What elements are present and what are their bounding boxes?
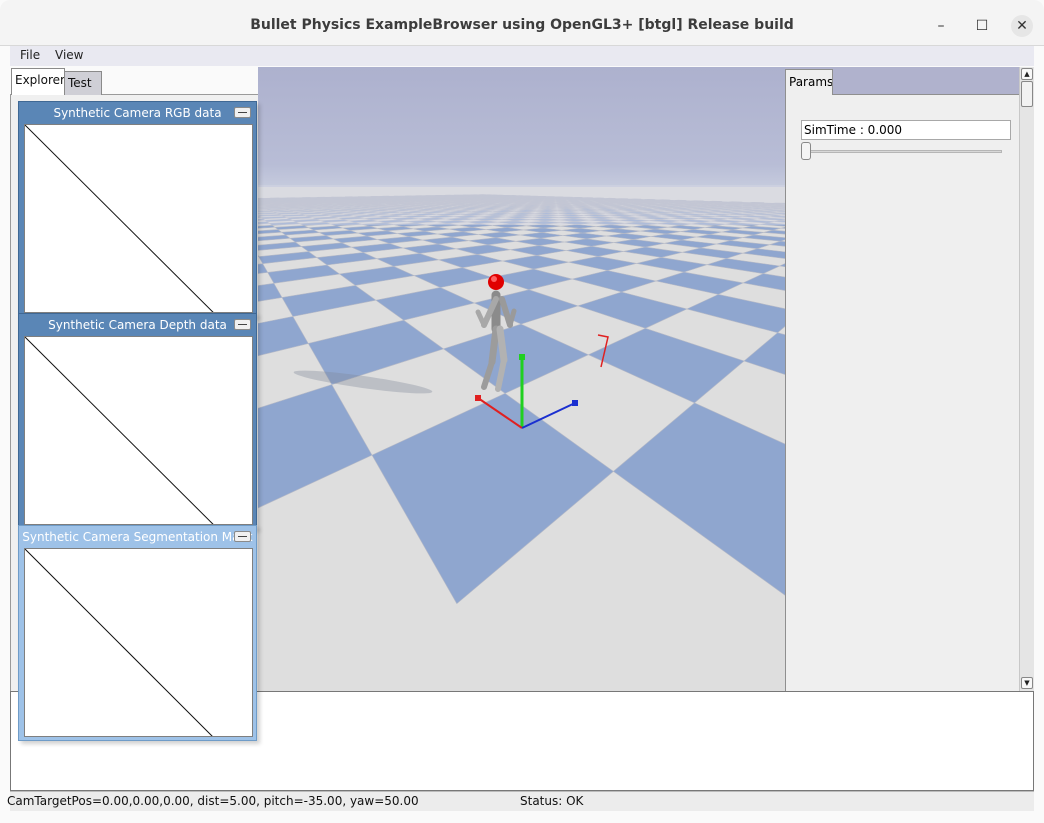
scroll-thumb[interactable]	[1021, 81, 1033, 107]
params-scrollbar[interactable]: ▲ ▼	[1019, 67, 1034, 691]
scene-canvas	[258, 67, 785, 691]
camera-rgb-window[interactable]: Synthetic Camera RGB data	[18, 101, 257, 317]
menu-bar: File View	[10, 46, 1034, 66]
camera-rgb-title: Synthetic Camera RGB data	[53, 106, 222, 120]
simtime-slider-track[interactable]	[804, 150, 1002, 153]
title-bar: Bullet Physics ExampleBrowser using Open…	[0, 0, 1044, 46]
scroll-up-icon[interactable]: ▲	[1021, 68, 1033, 80]
maximize-icon[interactable]: ☐	[971, 15, 993, 37]
sky	[258, 67, 785, 192]
tab-params[interactable]: Params	[785, 69, 833, 95]
tab-explorer[interactable]: Explorer	[11, 68, 65, 95]
status-bar: CamTargetPos=0.00,0.00,0.00, dist=5.00, …	[7, 791, 1034, 811]
camera-segmentation-title: Synthetic Camera Segmentation Mask	[22, 530, 253, 544]
simtime-slider-thumb[interactable]	[801, 142, 811, 160]
tab-test[interactable]: Test	[64, 71, 102, 95]
simtime-field[interactable]: SimTime : 0.000	[801, 120, 1011, 140]
camera-depth-title: Synthetic Camera Depth data	[48, 318, 227, 332]
run-status: Status: OK	[520, 794, 584, 808]
camera-rgb-image	[24, 124, 253, 313]
camera-depth-image	[24, 336, 253, 525]
checkered-floor	[258, 185, 785, 691]
minimize-icon[interactable]	[234, 531, 251, 542]
params-panel: SimTime : 0.000 Params	[785, 67, 1019, 691]
camera-segmentation-image	[24, 548, 253, 737]
params-body: SimTime : 0.000	[785, 94, 1019, 691]
close-icon[interactable]: ✕	[1011, 15, 1033, 37]
camera-depth-window[interactable]: Synthetic Camera Depth data	[18, 313, 257, 529]
camera-status: CamTargetPos=0.00,0.00,0.00, dist=5.00, …	[7, 794, 419, 808]
minimize-icon[interactable]: –	[930, 15, 952, 37]
3d-viewport[interactable]	[258, 67, 785, 691]
menu-view[interactable]: View	[55, 48, 83, 62]
camera-segmentation-window[interactable]: Synthetic Camera Segmentation Mask	[18, 525, 257, 741]
scroll-down-icon[interactable]: ▼	[1021, 677, 1033, 689]
minimize-icon[interactable]	[234, 107, 251, 118]
menu-file[interactable]: File	[20, 48, 40, 62]
window-title: Bullet Physics ExampleBrowser using Open…	[250, 17, 794, 33]
minimize-icon[interactable]	[234, 319, 251, 330]
